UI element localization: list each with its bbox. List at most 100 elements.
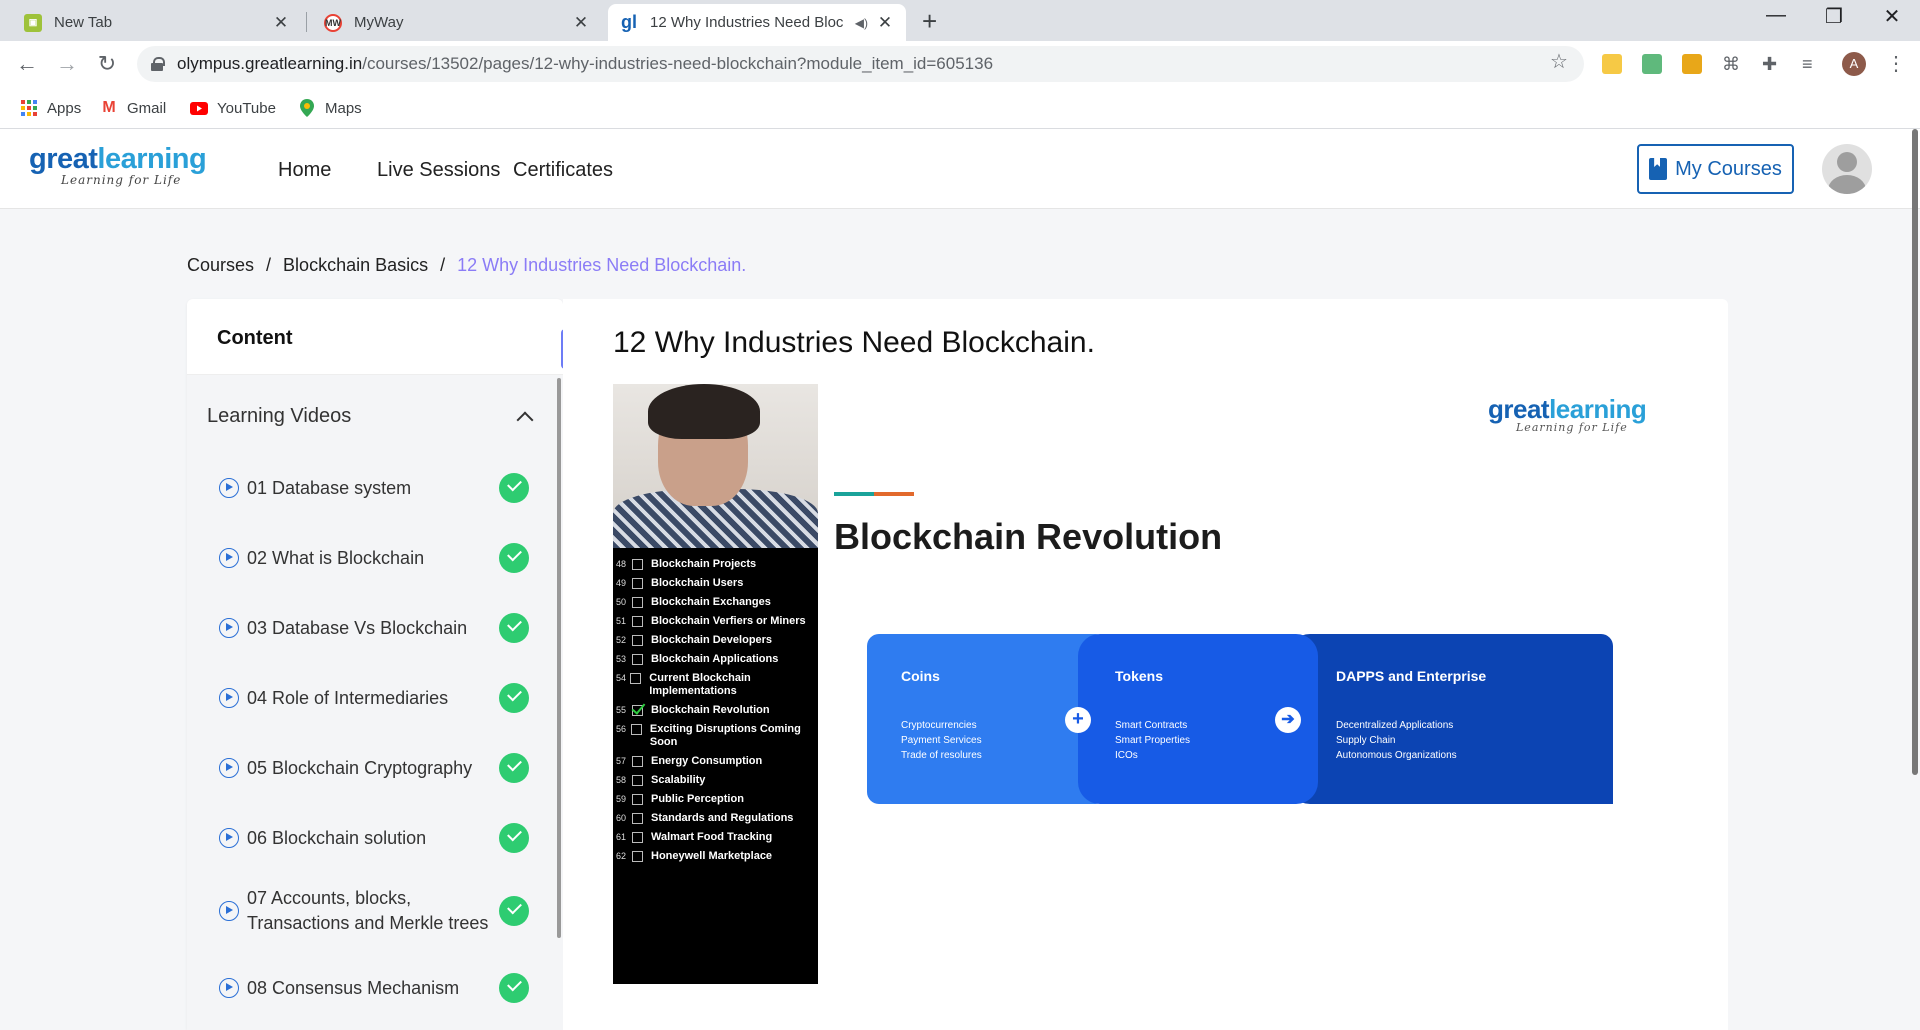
page-scrollbar[interactable]	[1912, 129, 1918, 775]
checklist-item: 50 Blockchain Exchanges	[616, 596, 771, 608]
section-label: Learning Videos	[207, 405, 352, 427]
lesson-item[interactable]: 08 Consensus Mechanism	[219, 973, 529, 1003]
sidebar-body: Learning Videos 01 Database system 02 Wh…	[187, 375, 563, 1030]
greatlearning-favicon-icon: gl	[621, 12, 637, 32]
breadcrumb-current: 12 Why Industries Need Blockchain.	[457, 255, 747, 275]
extension-screen-icon[interactable]	[1682, 54, 1702, 74]
checklist-item: 58 Scalability	[616, 774, 706, 786]
bookmark-youtube[interactable]: YouTube	[190, 88, 276, 128]
extension-chart-icon[interactable]	[1642, 54, 1662, 74]
checklist-item: 56 Exciting Disruptions Coming Soon	[616, 723, 801, 748]
user-avatar[interactable]	[1822, 144, 1872, 194]
checklist-item: 62 Honeywell Marketplace	[616, 850, 773, 862]
lesson-title: 07 Accounts, blocks, Transactions and Me…	[247, 888, 489, 933]
profile-avatar[interactable]: A	[1842, 52, 1866, 76]
url-path: /courses/13502/pages/12-why-industries-n…	[362, 54, 994, 73]
breadcrumb-courses[interactable]: Courses	[187, 255, 254, 276]
nav-home[interactable]: Home	[278, 159, 331, 182]
restore-icon[interactable]: ❐	[1814, 4, 1854, 29]
my-courses-label: My Courses	[1675, 157, 1782, 180]
lesson-item[interactable]: 05 Blockchain Cryptography	[219, 753, 529, 783]
lesson-item[interactable]: 02 What is Blockchain	[219, 543, 529, 573]
checklist-item: 59 Public Perception	[616, 793, 744, 805]
close-tab-icon[interactable]: ✕	[572, 13, 590, 33]
bookmark-label: Gmail	[127, 99, 167, 117]
breadcrumb-blockchain-basics[interactable]: Blockchain Basics	[283, 255, 428, 276]
forward-icon[interactable]: →	[52, 51, 82, 77]
checklist-item: 57 Energy Consumption	[616, 755, 763, 767]
completed-check-icon	[499, 473, 529, 503]
browser-menu-icon[interactable]: ⋮	[1886, 51, 1906, 76]
extensions-puzzle-icon[interactable]: ✚	[1762, 54, 1782, 74]
lesson-item[interactable]: 04 Role of Intermediaries	[219, 683, 529, 713]
lesson-title: 06 Blockchain solution	[247, 827, 427, 848]
audio-playing-icon[interactable]: ◀)	[855, 16, 868, 30]
bookmark-apps[interactable]: Apps	[20, 88, 81, 128]
lesson-title: 08 Consensus Mechanism	[247, 977, 460, 998]
extension-gamepad-icon[interactable]: ⌘	[1722, 54, 1742, 74]
nav-live-sessions[interactable]: Live Sessions	[377, 159, 500, 182]
logo-learning: learning	[97, 143, 207, 175]
book-icon	[1649, 158, 1668, 180]
page-title: 12 Why Industries Need Blockchain.	[613, 326, 1095, 359]
tab-title: New Tab	[54, 14, 113, 31]
evolution-flow-diagram: Coins Cryptocurrencies Payment Services Tr…	[867, 634, 1613, 804]
extension-notes-icon[interactable]	[1602, 54, 1622, 74]
checklist-item-checked: 55 Blockchain Revolution	[616, 704, 770, 716]
sidebar-scrollbar[interactable]	[557, 378, 561, 938]
breadcrumb: Courses / Blockchain Basics / 12 Why Ind…	[187, 255, 746, 276]
learning-videos-toggle[interactable]: Learning Videos	[207, 405, 537, 428]
bookmark-label: YouTube	[217, 99, 276, 117]
apps-grid-icon	[20, 99, 38, 117]
tab-separator	[306, 12, 307, 32]
bookmark-label: Apps	[47, 99, 82, 117]
close-tab-icon[interactable]: ✕	[876, 13, 894, 33]
checklist-item: 51 Blockchain Verfiers or Miners	[616, 615, 806, 627]
completed-check-icon	[499, 823, 529, 853]
chevron-up-icon	[516, 411, 534, 428]
lesson-item[interactable]: 07 Accounts, blocks, Transactions and Me…	[219, 886, 529, 936]
checklist-item: 52 Blockchain Developers	[616, 634, 773, 646]
tab-myway[interactable]: MW MyWay ✕	[312, 4, 602, 41]
lesson-item[interactable]: 03 Database Vs Blockchain	[219, 613, 529, 643]
completed-check-icon	[499, 753, 529, 783]
bookmark-star-icon[interactable]: ☆	[1550, 49, 1568, 74]
close-tab-icon[interactable]: ✕	[272, 13, 290, 33]
my-courses-button[interactable]: My Courses	[1637, 144, 1794, 194]
video-player[interactable]: 48 Blockchain Projects 49 Blockchain Users…	[613, 384, 1675, 984]
site-header: greatlearning Learning for Life Home Liv…	[0, 129, 1920, 209]
address-bar[interactable]: olympus.greatlearning.in/courses/13502/p…	[137, 46, 1584, 82]
new-tab-button[interactable]: +	[922, 6, 937, 37]
lesson-item[interactable]: 06 Blockchain solution	[219, 823, 529, 853]
slide-title: Blockchain Revolution	[834, 516, 1223, 557]
lesson-title: 04 Role of Intermediaries	[247, 687, 449, 708]
media-queue-icon[interactable]: ≡	[1802, 54, 1822, 74]
myway-favicon-icon: MW	[324, 13, 342, 32]
lesson-title: 03 Database Vs Blockchain	[247, 617, 468, 638]
tab-current-lesson[interactable]: gl 12 Why Industries Need Bloc ◀) ✕	[608, 4, 906, 41]
plus-circle-icon: +	[1065, 707, 1091, 733]
maps-pin-icon	[298, 99, 316, 117]
lesson-item[interactable]: 01 Database system	[219, 473, 529, 503]
back-icon[interactable]: ←	[12, 51, 42, 77]
bookmark-gmail[interactable]: M Gmail	[100, 88, 166, 128]
arrow-right-circle-icon: ➔	[1275, 707, 1301, 733]
bookmark-maps[interactable]: Maps	[298, 88, 362, 128]
play-circle-icon	[219, 688, 239, 708]
tab-title: MyWay	[354, 14, 404, 31]
accent-divider	[834, 492, 914, 496]
url-host: olympus.greatlearning.in	[177, 54, 363, 73]
breadcrumb-separator: /	[440, 255, 446, 275]
play-circle-icon	[219, 548, 239, 568]
green-check-icon	[632, 705, 643, 716]
close-window-icon[interactable]: ✕	[1872, 4, 1912, 29]
minimize-icon[interactable]: —	[1756, 4, 1796, 27]
tab-new-tab[interactable]: ▣ New Tab ✕	[12, 4, 302, 41]
greatlearning-logo[interactable]: greatlearning Learning for Life	[29, 143, 207, 188]
checklist-item: 49 Blockchain Users	[616, 577, 744, 589]
checklist-item: 53 Blockchain Applications	[616, 653, 779, 665]
lock-icon[interactable]	[151, 57, 165, 71]
nav-certificates[interactable]: Certificates	[513, 159, 613, 182]
logo-tagline: Learning for Life	[61, 173, 182, 187]
reload-icon[interactable]: ↻	[92, 51, 122, 77]
